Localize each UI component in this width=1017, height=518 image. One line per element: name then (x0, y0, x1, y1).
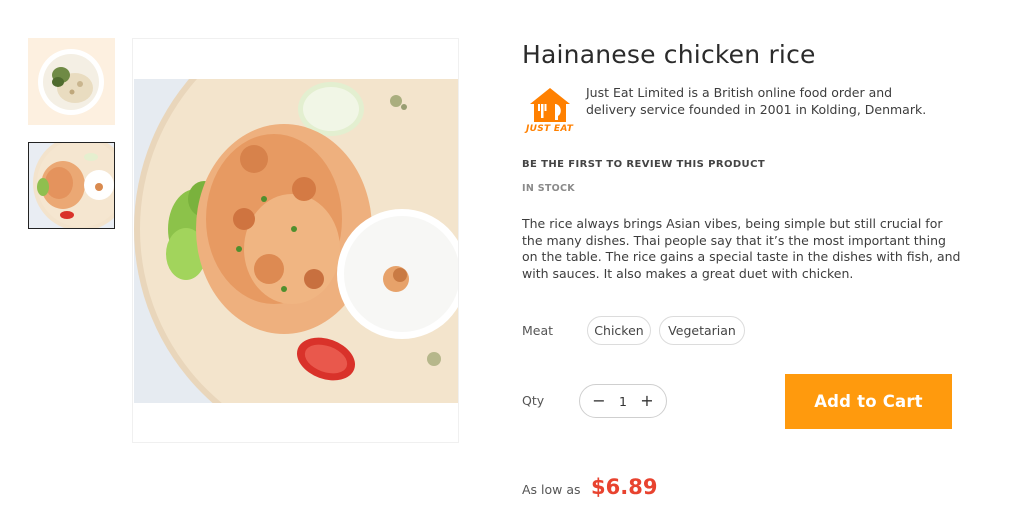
minus-icon[interactable]: − (592, 393, 606, 409)
product-title: Hainanese chicken rice (522, 40, 816, 69)
stock-status: IN STOCK (522, 183, 575, 194)
thumbnail-2-image (29, 143, 114, 228)
quantity-label: Qty (522, 393, 545, 408)
option-vegetarian-chip[interactable]: Vegetarian (659, 316, 745, 345)
plus-icon[interactable]: + (640, 393, 654, 409)
brand-logo: JUST EAT (522, 86, 578, 140)
gallery-thumbnail-1[interactable] (28, 38, 115, 125)
first-review-link[interactable]: BE THE FIRST TO REVIEW THIS PRODUCT (522, 159, 765, 170)
brand-logo-wordmark: JUST EAT (526, 124, 574, 134)
price-prefix: As low as (522, 482, 581, 497)
quantity-stepper: − + (579, 384, 667, 418)
main-product-image (132, 38, 459, 443)
product-photo (134, 79, 458, 403)
chicken-rice-plate-photo (134, 79, 458, 403)
option-chicken-chip[interactable]: Chicken (587, 316, 651, 345)
brand-description: Just Eat Limited is a British online foo… (586, 85, 927, 117)
thumbnail-1-image (28, 38, 115, 125)
quantity-input[interactable] (612, 393, 634, 409)
product-price: $6.89 (591, 475, 658, 499)
gallery-thumbnail-2[interactable] (28, 142, 115, 229)
house-fork-knife-icon (530, 88, 570, 122)
add-to-cart-button[interactable]: Add to Cart (785, 374, 952, 429)
product-description: The rice always brings Asian vibes, bein… (522, 216, 961, 281)
meat-option-label: Meat (522, 323, 554, 338)
